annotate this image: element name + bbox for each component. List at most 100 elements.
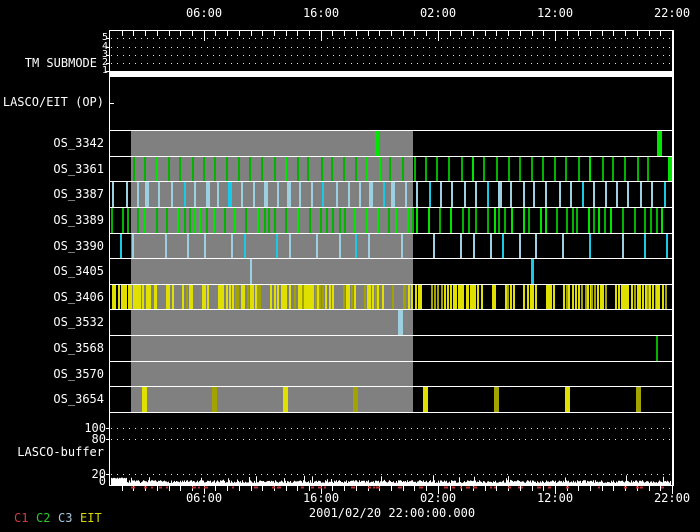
top-axis-tick [496,31,497,36]
top-axis-tick [450,31,451,36]
observation-tick [243,234,246,258]
buffer-ytick [106,439,110,440]
lasco-planning-timeline: TM SUBMODE LASCO/EIT (OP) LASCO-buffer 2… [0,0,700,532]
os-row [110,131,672,156]
legend-item-c3: C3 [58,511,73,525]
buffer-red-mark [419,486,423,489]
observation-tick [447,157,450,181]
os-row-label: OS_3361 [53,161,104,176]
observation-tick [244,208,247,233]
observation-tick [624,157,627,181]
observation-tick [335,182,338,207]
top-axis-tick [239,31,240,36]
observation-tick [404,182,407,207]
observation-tick [518,234,521,258]
legend-item-c2: C2 [36,511,51,525]
buffer-red-mark [254,486,258,489]
observation-tick [651,182,653,207]
observation-tick [368,182,373,207]
observation-tick [182,285,185,309]
observation-tick [111,208,114,233]
observation-tick [145,182,150,207]
row-separator [109,412,674,413]
top-axis-tick [473,31,474,36]
top-axis-tick [215,31,216,36]
observation-tick [350,285,353,309]
observation-tick [206,208,209,233]
observation-tick [298,182,301,207]
observation-tick [395,208,398,233]
observation-tick [511,208,514,233]
observation-tick [572,285,575,309]
bottom-axis-tick-label: 06:00 [185,491,223,505]
observation-tick [141,285,144,309]
observation-tick [535,234,538,258]
top-axis-tick [332,31,333,36]
observation-tick [369,285,372,309]
observation-tick [447,285,450,309]
buffer-red-mark [521,486,523,489]
observation-tick [450,208,453,233]
observation-tick [367,234,370,258]
observation-tick [534,285,537,309]
observation-tick [230,234,233,258]
os-row-label: OS_3389 [53,213,104,227]
observation-tick [331,208,334,233]
os-row-label: OS_3405 [53,264,104,278]
observation-tick [562,234,565,258]
os-row [110,157,672,181]
os-row-label: OS_3387 [53,187,104,201]
observation-tick [263,182,268,207]
observed-period-shading [131,336,414,361]
observation-tick [273,208,276,233]
top-axis-tick [297,31,298,36]
observation-tick [325,208,328,233]
observation-tick [183,208,186,233]
observation-tick [188,208,191,233]
observation-tick [518,157,521,181]
observation-tick [423,387,428,412]
observation-tick [552,285,555,309]
top-axis-tick [649,31,650,36]
observation-tick [354,208,357,233]
observation-tick [649,208,652,233]
tm-submode-value-bar [110,71,672,77]
buffer-red-mark [324,486,326,489]
observation-tick [285,208,288,233]
observation-tick [330,157,333,181]
observation-tick [342,285,345,309]
observation-tick [132,234,135,258]
observation-tick [187,234,190,258]
os-row [110,310,672,335]
observed-period-shading [131,362,414,386]
observation-tick [199,208,202,233]
observation-tick [222,285,225,309]
top-axis-tick [262,31,263,36]
observation-tick [441,285,444,309]
observation-tick [577,285,580,309]
buffer-red-mark [272,486,275,489]
buffer-red-mark [494,486,496,489]
top-axis-tick [122,31,123,36]
observation-tick [493,208,496,233]
top-axis-tick [368,31,369,36]
tm-submode-gridline [111,55,671,56]
observation-tick [594,285,596,309]
observation-tick [276,285,279,309]
observation-tick [353,387,359,412]
observation-tick [495,157,498,181]
top-axis-tick [403,31,404,36]
observation-tick [413,157,416,181]
observation-tick [410,285,413,309]
observation-tick [268,208,271,233]
observation-tick [132,157,135,181]
observation-tick [263,208,266,233]
observation-tick [119,234,122,258]
observation-tick [658,285,661,309]
buffer-red-mark [376,486,380,489]
observation-tick [166,208,169,233]
observation-tick [276,182,279,207]
buffer-red-mark [636,486,639,489]
observation-tick [320,157,323,181]
observation-tick [507,157,510,181]
